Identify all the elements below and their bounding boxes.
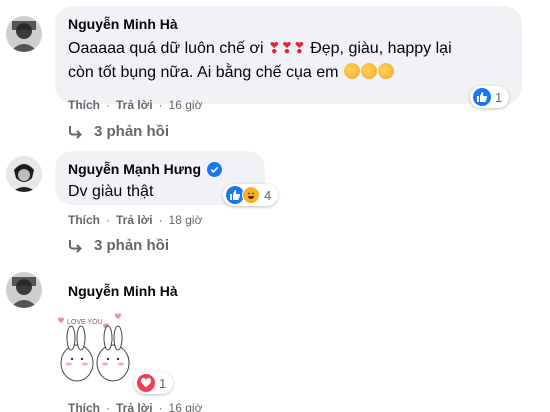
replies-label: 3 phản hồi	[94, 123, 169, 140]
view-replies-button[interactable]: 3 phản hồi	[68, 123, 169, 140]
comment-text-part: Oaaaaa quá dữ luôn chế ơi	[68, 40, 264, 57]
reaction-summary[interactable]: 1	[470, 86, 510, 108]
replies-label: 3 phản hồi	[94, 237, 169, 254]
like-button[interactable]: Thích	[68, 401, 100, 412]
reply-arrow-icon	[69, 239, 82, 253]
like-reaction-icon	[473, 88, 491, 106]
smiling-hearts-emoji-icon	[377, 63, 394, 79]
heart-emoji-icon: ❣	[293, 40, 306, 57]
comment-author[interactable]: Nguyễn Minh Hà	[68, 15, 509, 33]
avatar[interactable]	[6, 16, 42, 52]
like-button[interactable]: Thích	[68, 98, 100, 112]
like-button[interactable]: Thích	[68, 213, 100, 227]
smiling-hearts-emoji-icon	[343, 63, 360, 79]
reaction-count: 4	[264, 187, 272, 203]
reaction-summary[interactable]: 1	[134, 372, 174, 394]
comment-text-part: Đẹp, giàu, happy lại	[310, 40, 452, 57]
reply-button[interactable]: Trả lời	[116, 213, 153, 227]
heart-emoji-icon: ❣	[268, 40, 281, 57]
comment-actions: Thích · Trả lời · 18 giờ	[68, 213, 203, 227]
author-name[interactable]: Nguyễn Minh Hà	[68, 15, 178, 33]
timestamp[interactable]: 16 giờ	[169, 98, 203, 112]
comment-actions: Thích · Trả lời · 16 giờ	[68, 98, 203, 112]
smiling-hearts-emoji-icon	[360, 63, 377, 79]
love-reaction-icon	[137, 374, 155, 392]
verified-badge-icon	[207, 161, 223, 177]
reaction-summary[interactable]: 4	[223, 184, 279, 206]
reply-arrow-icon	[69, 125, 82, 139]
comment-actions: Thích · Trả lời · 16 giờ	[68, 401, 202, 412]
reaction-count: 1	[159, 375, 167, 391]
comment-author[interactable]: Nguyễn Minh Hà	[68, 282, 178, 300]
reply-button[interactable]: Trả lời	[116, 98, 153, 112]
avatar[interactable]	[6, 272, 42, 308]
comment-text-part: còn tốt bụng nữa. Ai bằng chế cụa em	[68, 64, 339, 81]
timestamp[interactable]: 16 giờ	[169, 401, 203, 412]
comment-bubble: Nguyễn Minh Hà Oaaaaa quá dữ luôn chế ơi…	[55, 6, 522, 104]
heart-emoji-icon: ❣	[280, 40, 294, 57]
comment-author[interactable]: Nguyễn Mạnh Hưng	[68, 160, 252, 178]
reply-button[interactable]: Trả lời	[116, 401, 153, 412]
comment-text: Oaaaaa quá dữ luôn chế ơi ❣❣❣ Đẹp, giàu,…	[68, 37, 509, 85]
view-replies-button[interactable]: 3 phản hồi	[68, 237, 169, 254]
author-name[interactable]: Nguyễn Minh Hà	[68, 282, 178, 300]
author-name[interactable]: Nguyễn Mạnh Hưng	[68, 160, 201, 178]
avatar[interactable]	[6, 156, 42, 192]
sticker-text: LOVE YOU	[67, 319, 103, 326]
haha-reaction-icon	[242, 186, 260, 204]
timestamp[interactable]: 18 giờ	[169, 213, 203, 227]
reaction-count: 1	[495, 89, 503, 105]
